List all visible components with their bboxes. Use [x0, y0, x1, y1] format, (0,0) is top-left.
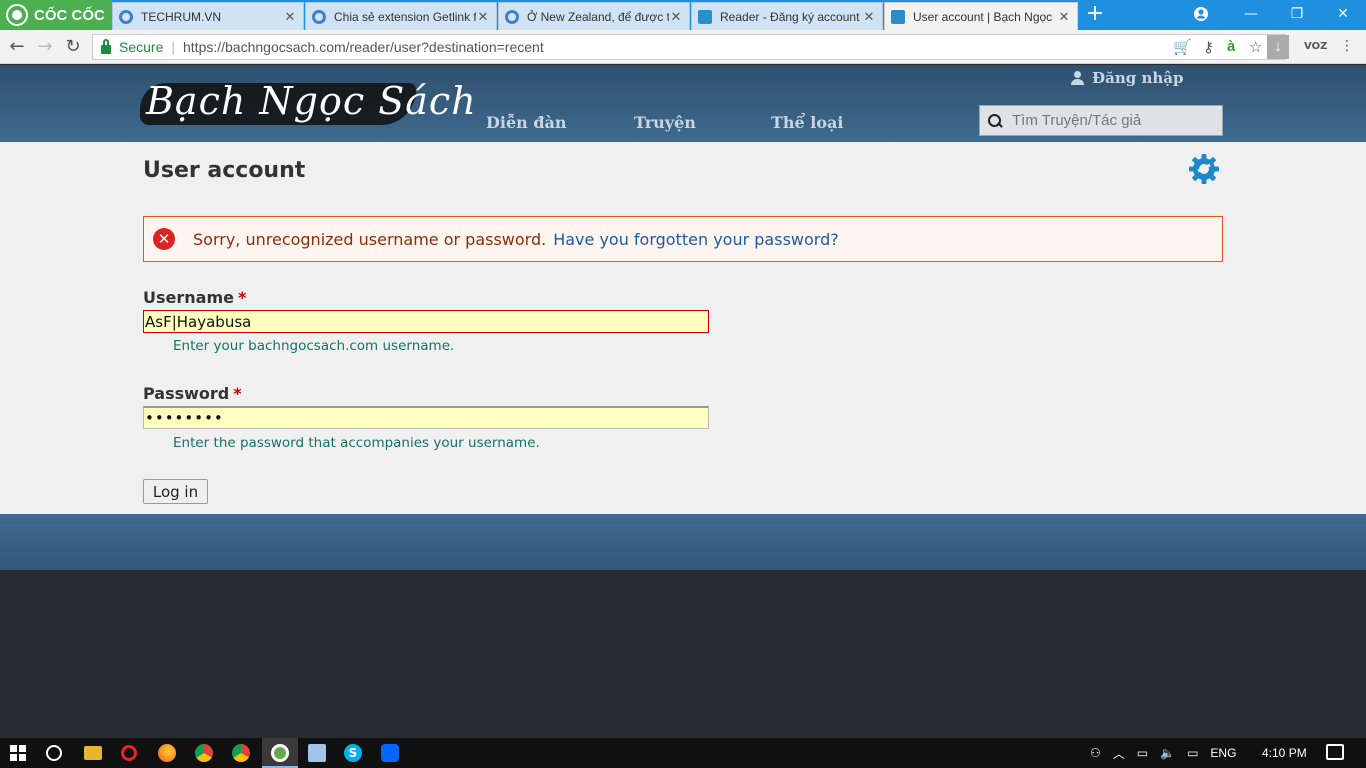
- password-label: Password *: [143, 384, 242, 403]
- browser-brand-logo[interactable]: CỐC CỐC: [0, 0, 112, 30]
- error-message-box: ✕ Sorry, unrecognized username or passwo…: [143, 216, 1223, 262]
- volume-icon[interactable]: 🔈: [1160, 746, 1175, 760]
- download-arrow-icon[interactable]: ↓: [1267, 35, 1289, 59]
- page-title: User account: [143, 158, 306, 183]
- browser-tab-bar: CỐC CỐC TECHRUM.VN ✕ Chia sẻ extension G…: [0, 0, 1366, 30]
- error-message-text: Sorry, unrecognized username or password…: [193, 229, 547, 249]
- tab-techrum[interactable]: TECHRUM.VN ✕: [112, 2, 304, 30]
- web-favicon-icon: [312, 9, 326, 24]
- required-mark: *: [237, 288, 247, 307]
- login-link-label: Đăng nhập: [1092, 69, 1184, 87]
- bookmark-star-icon[interactable]: ☆: [1249, 38, 1262, 56]
- page-background: [0, 570, 1366, 738]
- network-icon[interactable]: ▭: [1187, 746, 1198, 760]
- password-description: Enter the password that accompanies your…: [173, 435, 540, 451]
- web-favicon-icon: [505, 9, 519, 24]
- taskbar-clock[interactable]: 4:10 PM: [1262, 746, 1307, 760]
- chevron-up-icon[interactable]: ︿: [1113, 745, 1125, 762]
- tab-label: Reader - Đăng ký account: [720, 9, 860, 24]
- firefox-icon[interactable]: [158, 744, 176, 762]
- browser-address-bar: ← → ↻ Secure | https://bachngocsach.com/…: [0, 30, 1366, 64]
- cortana-search-icon[interactable]: [46, 745, 62, 761]
- skype-icon[interactable]: S: [344, 744, 362, 762]
- gear-icon[interactable]: [1189, 154, 1219, 184]
- tab-reader-register[interactable]: Reader - Đăng ký account ✕: [691, 2, 883, 30]
- username-description: Enter your bachngocsach.com username.: [173, 338, 455, 354]
- reload-icon[interactable]: ↻: [62, 36, 84, 58]
- windows-start-icon[interactable]: [10, 745, 26, 761]
- search-icon[interactable]: [988, 113, 1002, 128]
- people-icon[interactable]: ⚇: [1090, 746, 1101, 760]
- opera-icon[interactable]: [121, 745, 137, 761]
- vozforums-extension-icon[interactable]: VOZ: [1304, 41, 1327, 52]
- system-tray: ⚇ ︿ ▭ 🔈 ▭ ENG: [1090, 738, 1236, 768]
- login-link[interactable]: Đăng nhập: [1070, 69, 1183, 87]
- forward-arrow-icon[interactable]: →: [34, 36, 56, 58]
- search-input[interactable]: [1012, 112, 1212, 129]
- chrome-icon[interactable]: [195, 744, 213, 762]
- tab-label: Chia sẻ extension Getlink f: [334, 9, 476, 24]
- site-footer: [0, 514, 1366, 570]
- coccoc-logo-icon: [6, 4, 28, 26]
- url-field[interactable]: Secure | https://bachngocsach.com/reader…: [92, 34, 1289, 60]
- secure-label: Secure: [119, 39, 164, 55]
- reader-favicon-icon: [698, 9, 712, 24]
- key-icon[interactable]: ⚷: [1203, 38, 1214, 56]
- site-header: Bạch Ngọc Sách Đăng nhập Diễn đàn Truyện…: [0, 65, 1366, 142]
- password-field[interactable]: [143, 406, 709, 429]
- menu-icon[interactable]: ⋮: [1340, 38, 1354, 54]
- username-field[interactable]: [143, 310, 709, 333]
- tab-getlink[interactable]: Chia sẻ extension Getlink f ✕: [305, 2, 497, 30]
- tab-close-icon[interactable]: ✕: [283, 9, 297, 25]
- site-logo[interactable]: Bạch Ngọc Sách: [140, 73, 476, 137]
- nav-forum[interactable]: Diễn đàn: [486, 113, 567, 132]
- site-search: [979, 105, 1223, 136]
- login-button[interactable]: Log in: [143, 479, 208, 504]
- main-content: User account ✕ Sorry, unrecognized usern…: [0, 142, 1366, 514]
- web-favicon-icon: [119, 9, 133, 24]
- coccoc-icon: [271, 744, 289, 762]
- shopping-cart-icon[interactable]: 🛒: [1173, 38, 1192, 56]
- windows-taskbar: S ⚇ ︿ ▭ 🔈 ▭ ENG 4:10 PM: [0, 738, 1366, 768]
- language-indicator[interactable]: ENG: [1210, 746, 1236, 760]
- profile-icon[interactable]: [1178, 0, 1224, 28]
- url-separator: |: [171, 39, 175, 55]
- tab-user-account[interactable]: User account | Bạch Ngọc ✕: [884, 2, 1078, 30]
- close-window-icon[interactable]: ✕: [1320, 0, 1366, 28]
- battery-icon[interactable]: ▭: [1137, 746, 1148, 760]
- coccoc-taskbar-item[interactable]: [262, 738, 298, 768]
- username-label-text: Username: [143, 288, 234, 307]
- browser-brand-label: CỐC CỐC: [34, 6, 105, 24]
- url-text: https://bachngocsach.com/reader/user?des…: [183, 39, 544, 55]
- tab-close-icon[interactable]: ✕: [1057, 9, 1071, 25]
- back-arrow-icon[interactable]: ←: [6, 36, 28, 58]
- tab-label: TECHRUM.VN: [141, 9, 221, 24]
- notepad-icon[interactable]: [308, 744, 326, 762]
- notification-icon[interactable]: [1326, 744, 1344, 760]
- tab-label: User account | Bạch Ngọc: [913, 9, 1053, 24]
- tab-new-zealand[interactable]: Ở New Zealand, để được t ✕: [498, 2, 690, 30]
- translate-icon[interactable]: à: [1227, 38, 1235, 55]
- site-logo-text: Bạch Ngọc Sách: [146, 79, 477, 123]
- forgot-password-link[interactable]: Have you forgotten your password?: [553, 230, 839, 249]
- tab-close-icon[interactable]: ✕: [862, 9, 876, 25]
- tab-label: Ở New Zealand, để được t: [527, 9, 669, 24]
- tab-close-icon[interactable]: ✕: [476, 9, 490, 25]
- chrome-icon[interactable]: [232, 744, 250, 762]
- reader-favicon-icon: [891, 9, 905, 24]
- tab-close-icon[interactable]: ✕: [669, 9, 683, 25]
- new-tab-plus-icon[interactable]: +: [1084, 3, 1106, 27]
- nav-stories[interactable]: Truyện: [634, 113, 696, 132]
- lock-icon: [101, 38, 111, 54]
- nav-genres[interactable]: Thể loại: [771, 113, 843, 132]
- required-mark: *: [233, 384, 242, 403]
- error-x-icon: ✕: [153, 228, 175, 250]
- zalo-icon[interactable]: [381, 744, 399, 762]
- file-explorer-icon[interactable]: [84, 746, 102, 760]
- user-icon: [1070, 71, 1084, 85]
- restore-icon[interactable]: ❐: [1274, 0, 1320, 28]
- password-label-text: Password: [143, 384, 230, 403]
- username-label: Username *: [143, 288, 246, 307]
- minimize-icon[interactable]: —: [1228, 0, 1274, 28]
